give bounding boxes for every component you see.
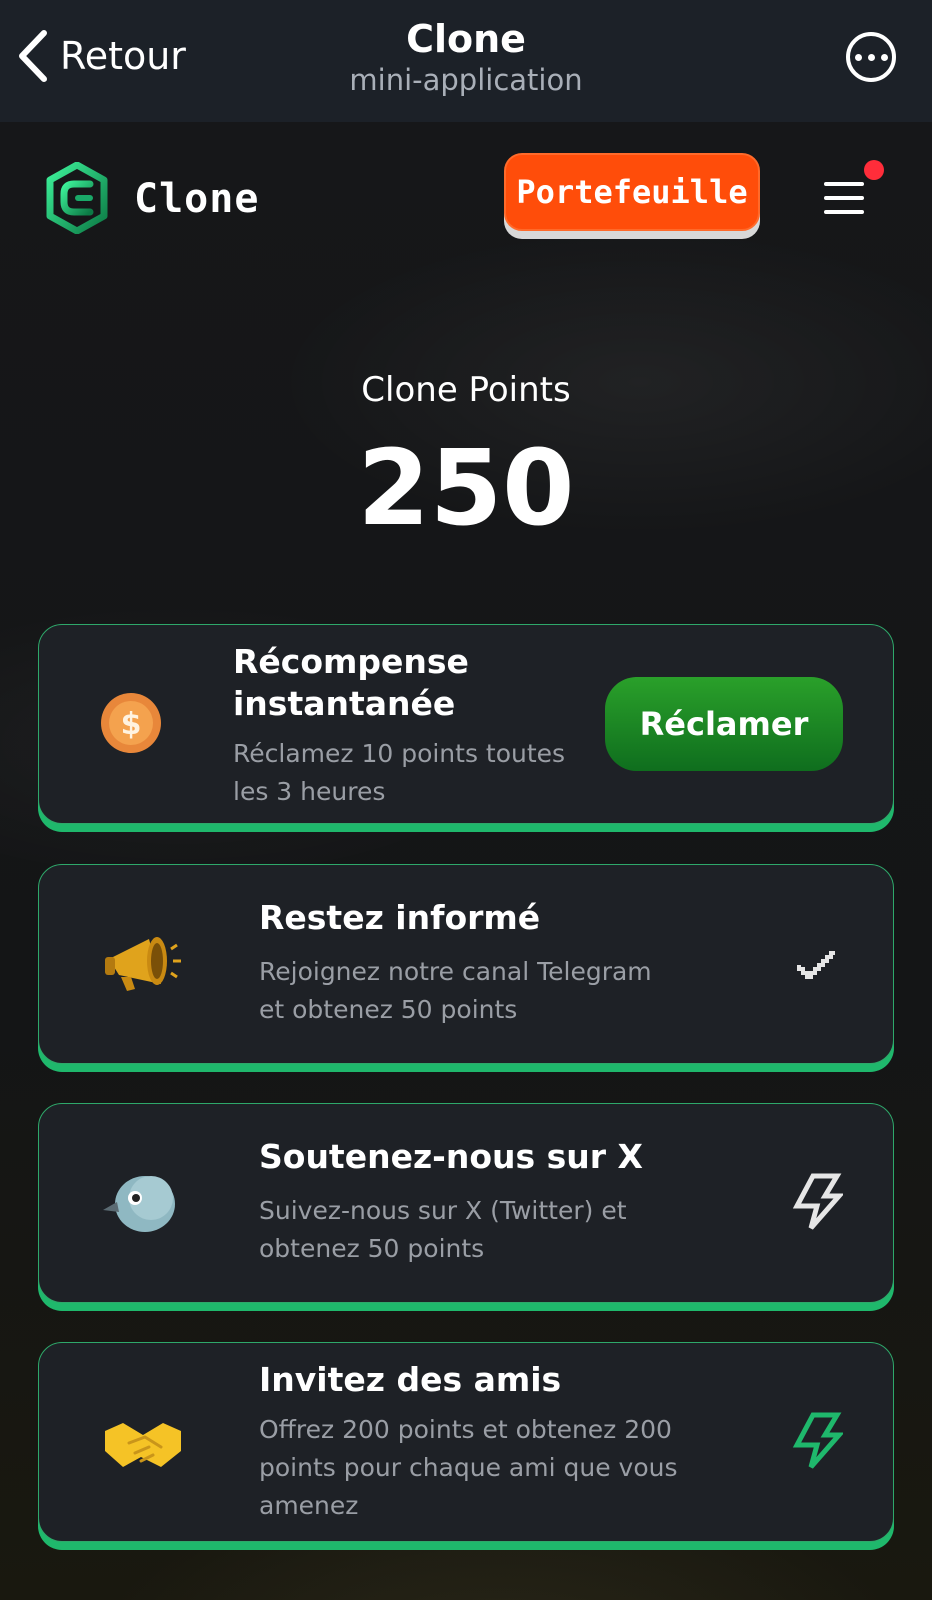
megaphone-icon <box>105 937 181 991</box>
task-card-instant-reward: $ Récompense instantanée Réclamez 10 poi… <box>38 624 894 824</box>
clone-logo-icon <box>46 162 108 234</box>
app-title: Clone <box>406 17 526 61</box>
task-card-invite-friends[interactable]: Invitez des amis Offrez 200 points et ob… <box>38 1342 894 1542</box>
wallet-button[interactable]: Portefeuille <box>504 153 760 231</box>
check-icon <box>797 951 835 979</box>
notification-dot <box>864 160 884 180</box>
title-block: Clone mini-application <box>0 16 932 98</box>
lightning-icon <box>792 1173 843 1230</box>
task-description: Offrez 200 points et obtenez 200 points … <box>259 1415 678 1520</box>
coin-icon: $ <box>101 693 161 753</box>
task-title: Soutenez-nous sur X <box>259 1137 643 1176</box>
task-description: Rejoignez notre canal Telegram et obtene… <box>259 957 652 1024</box>
task-card-stay-informed[interactable]: Restez informé Rejoignez notre canal Tel… <box>38 864 894 1064</box>
claim-button[interactable]: Réclamer <box>605 677 843 771</box>
task-card-support-x[interactable]: Soutenez-nous sur X Suivez-nous sur X (T… <box>38 1103 894 1303</box>
task-title: Restez informé <box>259 898 541 937</box>
svg-text:$: $ <box>121 707 142 742</box>
dot-icon <box>867 53 875 61</box>
more-options-button[interactable] <box>846 32 896 82</box>
points-label: Clone Points <box>361 370 571 410</box>
task-description: Réclamez 10 points toutes les 3 heures <box>233 739 566 806</box>
hamburger-menu-button[interactable] <box>820 178 868 218</box>
task-description: Suivez-nous sur X (Twitter) et obtenez 5… <box>259 1196 627 1263</box>
task-title: Invitez des amis <box>259 1360 562 1399</box>
menu-line <box>824 210 864 214</box>
dot-icon <box>854 53 862 61</box>
bird-icon <box>103 1176 175 1232</box>
app-subtitle: mini-application <box>349 63 583 97</box>
points-value: 250 <box>357 427 575 549</box>
top-nav-bar: Retour Clone mini-application <box>0 0 932 122</box>
lightning-icon <box>792 1412 843 1469</box>
task-title: Récompense instantanée <box>233 642 469 723</box>
menu-line <box>824 196 864 200</box>
menu-line <box>824 182 864 186</box>
brand-name: Clone <box>134 176 260 222</box>
dot-icon <box>880 53 888 61</box>
handshake-icon <box>105 1423 181 1467</box>
